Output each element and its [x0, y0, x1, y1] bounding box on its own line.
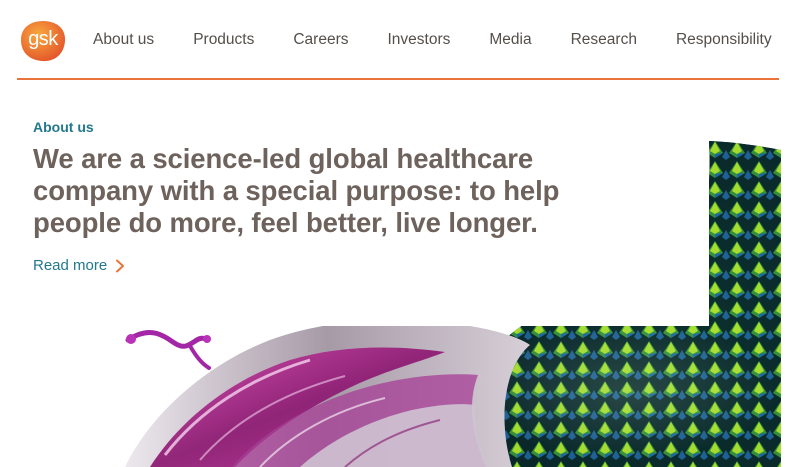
nav-item-research[interactable]: Research	[571, 31, 637, 49]
nav-item-products[interactable]: Products	[193, 31, 254, 49]
nav-item-careers[interactable]: Careers	[293, 31, 348, 49]
chevron-right-icon	[116, 259, 125, 272]
nav-item-responsibility[interactable]: Responsibility	[676, 31, 772, 49]
gsk-logo[interactable]: gsk	[19, 19, 67, 63]
hero-headline: We are a science-led global healthcare c…	[33, 143, 560, 238]
gsk-logo-shape	[21, 21, 66, 62]
nav-item-media[interactable]: Media	[489, 31, 531, 49]
read-more-label: Read more	[33, 257, 108, 274]
hero-eyebrow: About us	[33, 119, 94, 135]
header-divider	[17, 78, 779, 80]
site-header: gsk About us Products Careers Investors …	[0, 0, 795, 80]
page: gsk About us Products Careers Investors …	[0, 0, 795, 467]
main-nav: About us Products Careers Investors Medi…	[93, 30, 772, 50]
nav-item-about-us[interactable]: About us	[93, 31, 154, 49]
read-more-link[interactable]: Read more	[33, 257, 125, 274]
nav-item-investors[interactable]: Investors	[388, 31, 451, 49]
